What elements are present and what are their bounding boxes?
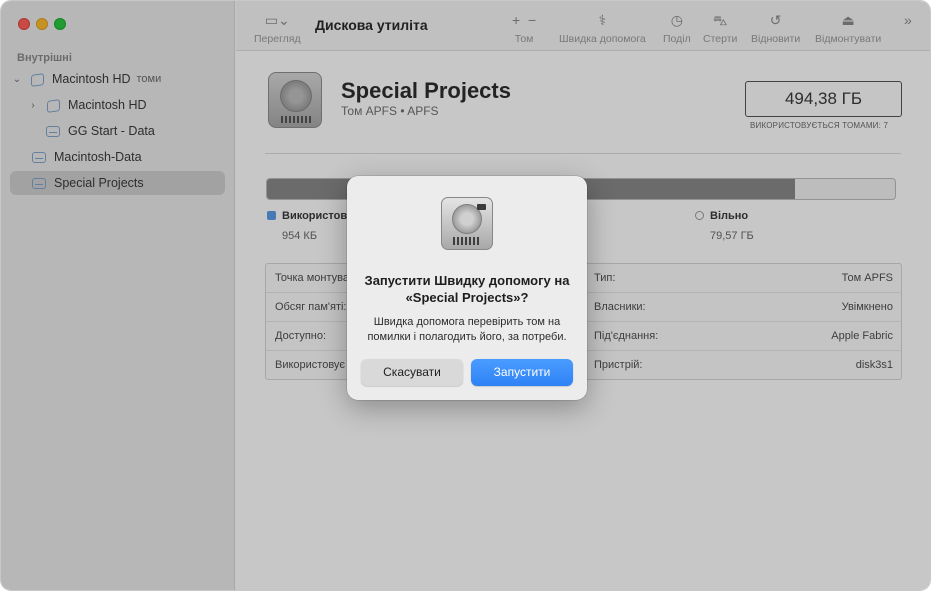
first-aid-dialog: Запустити Швидку допомогу на «Special Pr… [347, 176, 587, 400]
cancel-button[interactable]: Скасувати [361, 359, 463, 386]
dialog-message: Швидка допомога перевірить том на помилк… [367, 316, 567, 343]
run-button[interactable]: Запустити [471, 359, 573, 386]
internal-drive-icon [441, 197, 493, 250]
disk-utility-window: Внутрішні ⌄ Macintosh HD томи › Macintos… [0, 0, 931, 591]
dialog-title: Запустити Швидку допомогу на «Special Pr… [364, 273, 570, 305]
